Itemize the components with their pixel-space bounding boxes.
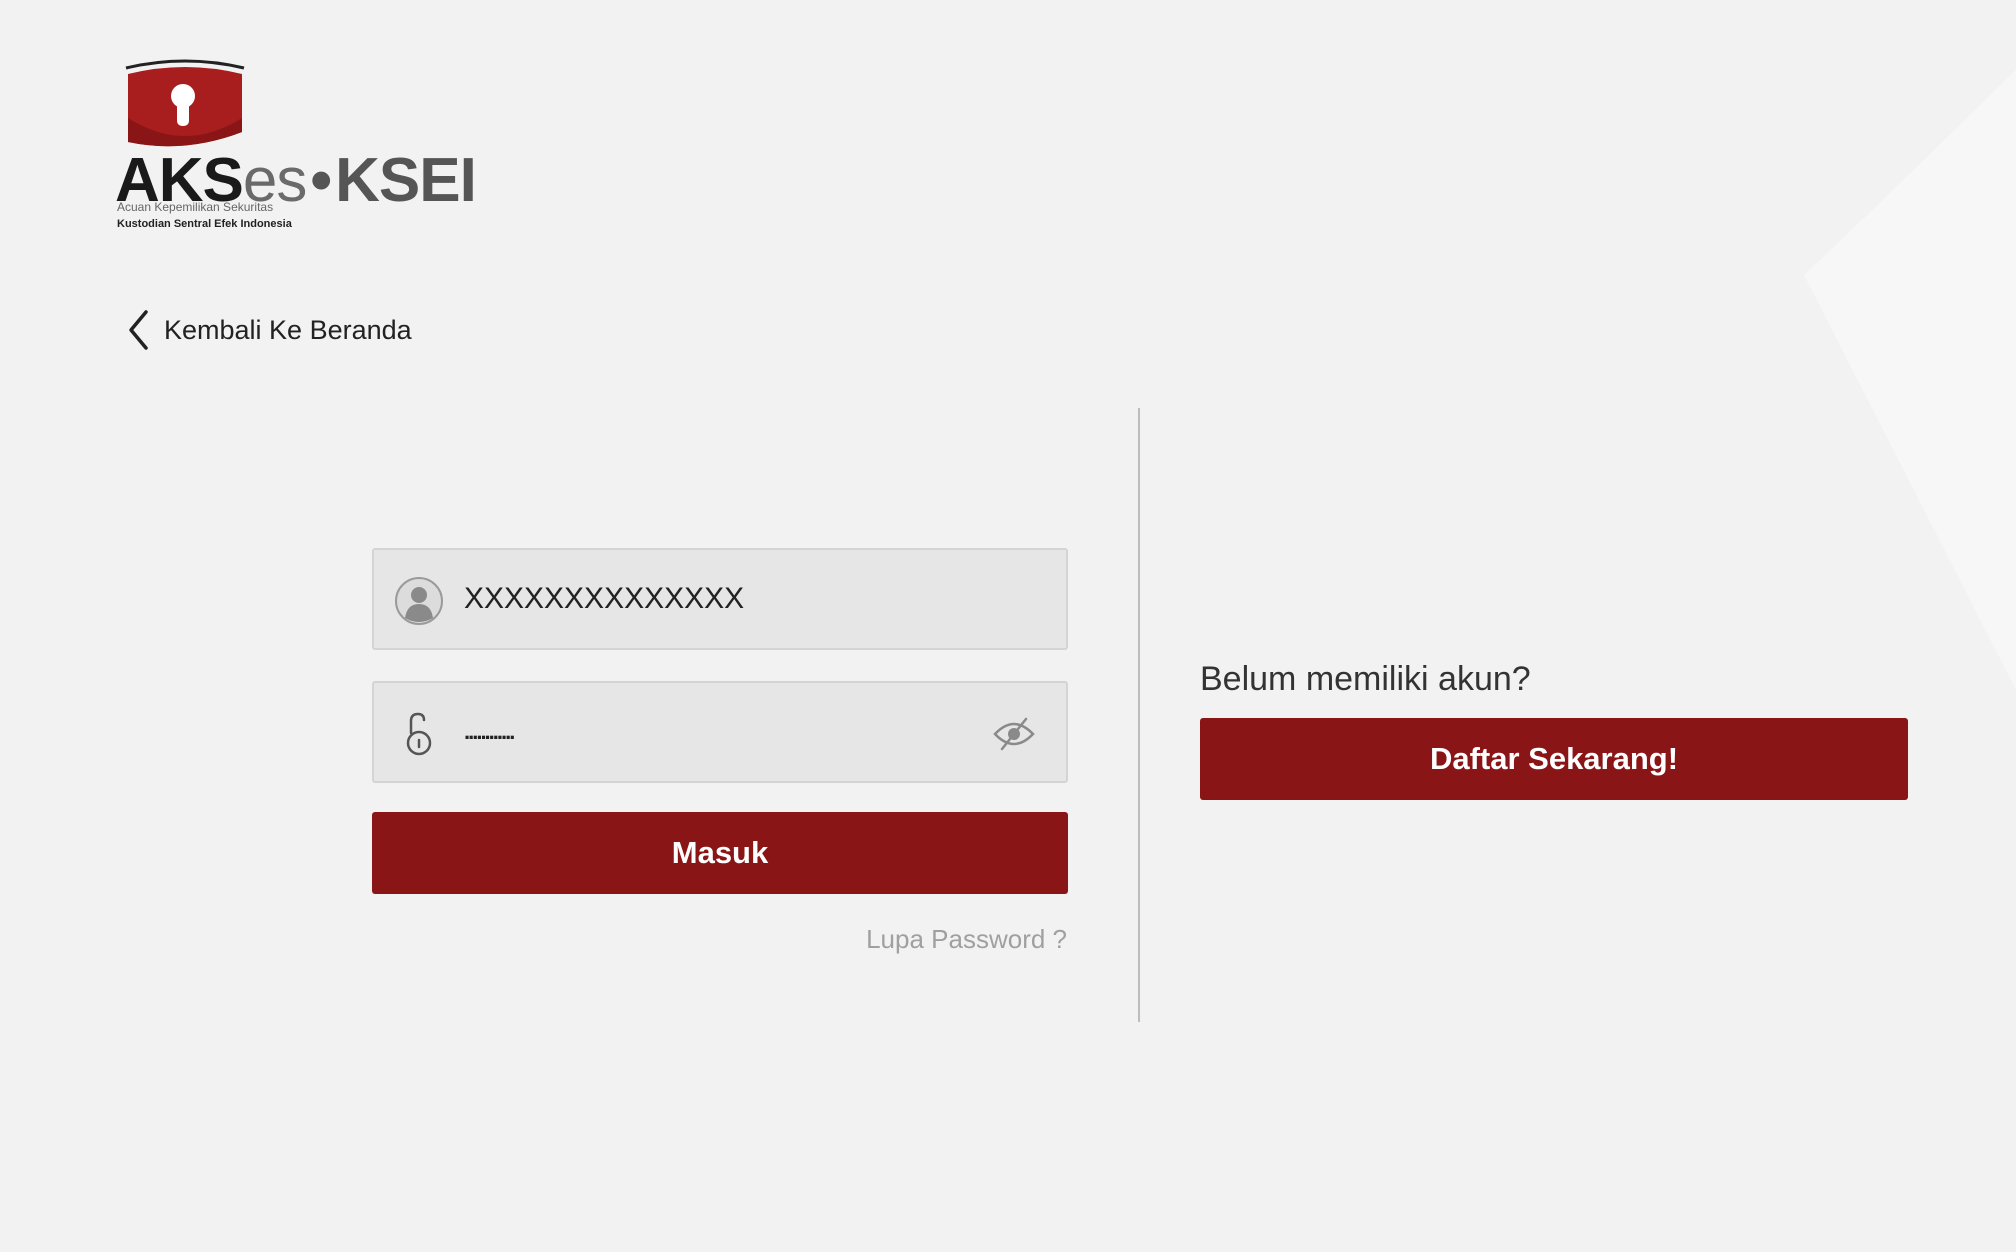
back-to-home-link[interactable]: Kembali Ke Beranda [126,308,412,352]
logo-word-dot: • [310,146,332,215]
eye-slash-icon[interactable] [992,716,1036,752]
register-button[interactable]: Daftar Sekarang! [1200,718,1908,800]
background-decoration [1804,70,2016,690]
username-input[interactable] [464,550,934,648]
password-input[interactable] [464,683,934,781]
keyhole-shield-icon [125,59,245,147]
password-field[interactable] [372,681,1068,783]
forgot-password-link[interactable]: Lupa Password ? [866,924,1067,955]
aksesksei-logo: AKSes•KSEI Acuan Kepemilikan Sekuritas K… [115,58,477,238]
logo-subtitle: Acuan Kepemilikan Sekuritas [117,200,274,214]
register-prompt: Belum memiliki akun? [1200,660,1531,698]
vertical-divider [1138,408,1140,1022]
user-icon [395,577,443,625]
logo-org-name: Kustodian Sentral Efek Indonesia [117,218,292,230]
lock-open-icon [406,712,432,756]
chevron-left-icon [129,310,148,350]
back-link-label: Kembali Ke Beranda [164,314,412,345]
logo-word-ksei: KSEI [335,146,477,215]
username-field[interactable] [372,548,1068,650]
login-button[interactable]: Masuk [372,812,1068,894]
